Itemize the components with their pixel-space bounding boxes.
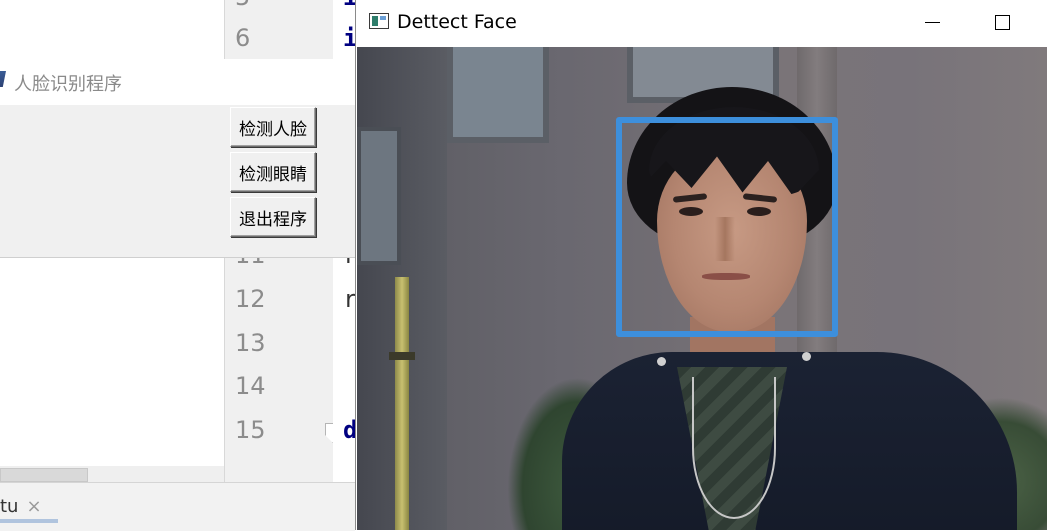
detect-face-button[interactable]: 检测人脸 bbox=[230, 107, 316, 147]
run-tab-label: tu bbox=[0, 495, 19, 517]
app-title: 人脸识别程序 bbox=[14, 74, 122, 95]
pipe-bracket bbox=[389, 352, 415, 360]
maximize-icon[interactable] bbox=[978, 0, 1024, 46]
app-titlebar[interactable]: 人脸识别程序 bbox=[0, 59, 355, 106]
line-number: 6 bbox=[235, 24, 251, 52]
line-number: 14 bbox=[235, 372, 266, 400]
line-number: 5 bbox=[235, 0, 295, 11]
horizontal-scrollbar[interactable] bbox=[0, 466, 224, 482]
line-number: 15 bbox=[235, 416, 266, 444]
detect-eyes-button[interactable]: 检测眼睛 bbox=[230, 152, 316, 192]
pipe bbox=[395, 277, 409, 530]
close-icon[interactable]: × bbox=[26, 496, 41, 517]
face-detection-box bbox=[616, 117, 838, 337]
line-number: 12 bbox=[235, 285, 266, 313]
jacket-snap bbox=[657, 357, 666, 366]
face-recognition-app-window: 人脸识别程序 检测人脸 检测眼睛 退出程序 bbox=[0, 59, 355, 258]
exit-program-button[interactable]: 退出程序 bbox=[230, 197, 316, 237]
app-body: 检测人脸 检测眼睛 退出程序 bbox=[0, 105, 355, 257]
detect-face-window: Dettect Face bbox=[355, 0, 1047, 530]
window-titlebar[interactable]: Dettect Face bbox=[356, 0, 1047, 46]
line-number: 13 bbox=[235, 329, 266, 357]
background-window bbox=[357, 127, 401, 265]
necklace bbox=[692, 377, 776, 519]
background-window bbox=[447, 47, 549, 143]
detection-image bbox=[357, 47, 1047, 530]
jacket-snap bbox=[802, 352, 811, 361]
minimize-icon[interactable] bbox=[908, 0, 954, 46]
window-title: Dettect Face bbox=[397, 11, 517, 33]
tk-feather-icon bbox=[0, 71, 6, 87]
scrollbar-thumb[interactable] bbox=[0, 468, 88, 482]
ide-bottom-panel: tu × bbox=[0, 482, 355, 531]
opencv-window-icon bbox=[369, 13, 389, 29]
person-jacket bbox=[562, 352, 1017, 530]
active-tab-indicator bbox=[0, 519, 58, 523]
run-tab[interactable]: tu × bbox=[0, 493, 42, 519]
